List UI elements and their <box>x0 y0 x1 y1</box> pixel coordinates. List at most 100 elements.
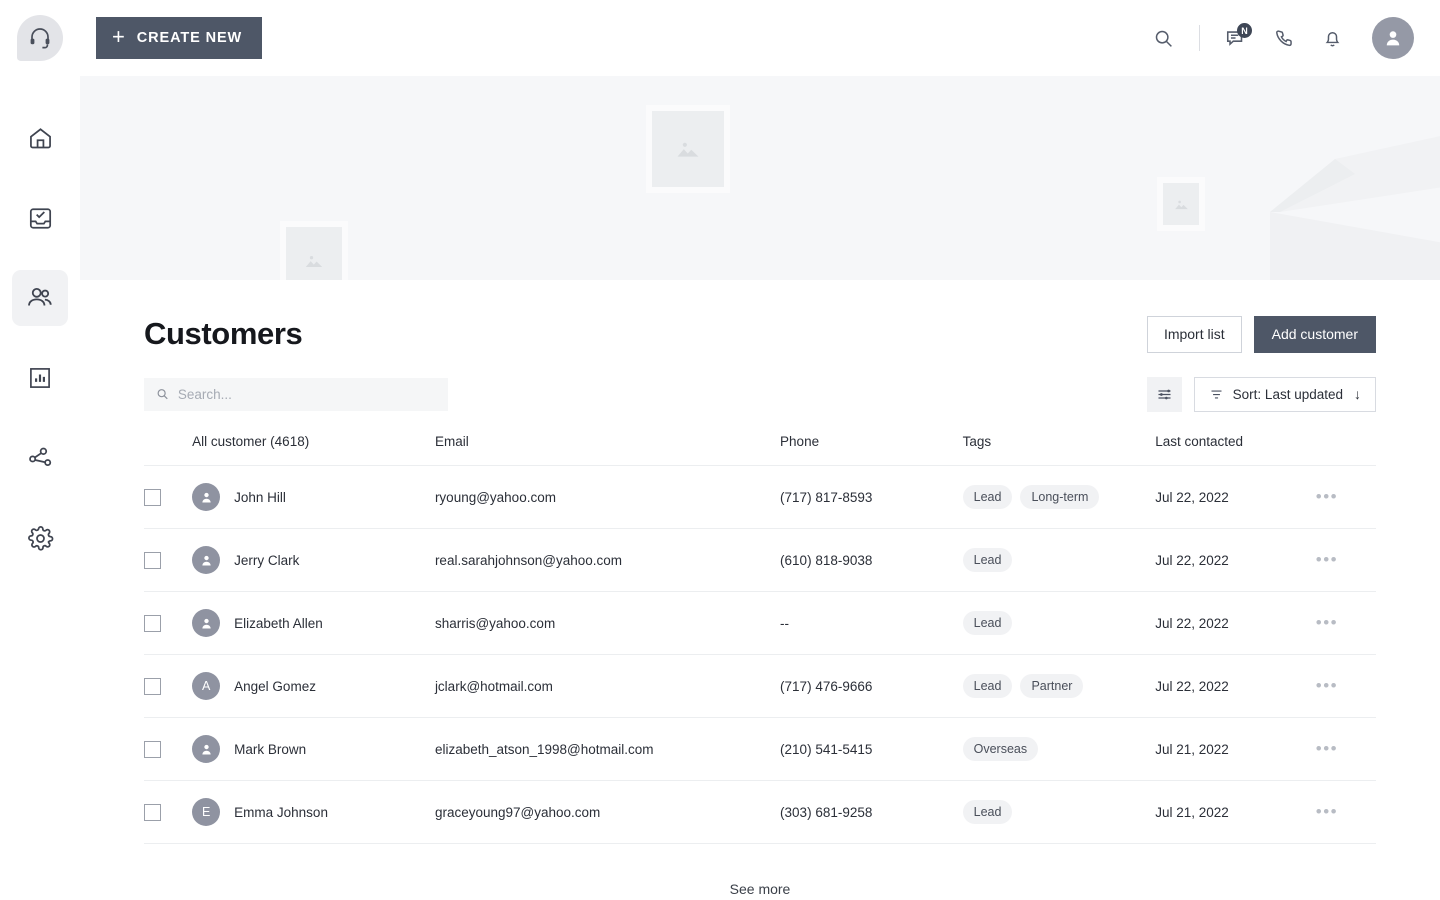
row-checkbox[interactable] <box>144 803 161 821</box>
tag-badge[interactable]: Lead <box>962 548 1013 572</box>
row-checkbox[interactable] <box>144 551 161 569</box>
table-row[interactable]: E Emma Johnson graceyoung97@yahoo.com (3… <box>144 780 1376 844</box>
customer-name[interactable]: Mark Brown <box>234 742 306 757</box>
app-logo[interactable] <box>0 0 80 76</box>
customer-phone: (717) 817-8593 <box>780 465 963 529</box>
sidebar-item-analytics[interactable] <box>12 350 68 406</box>
sidebar-item-settings[interactable] <box>12 510 68 566</box>
sidebar-item-network[interactable] <box>12 430 68 486</box>
column-header-tags[interactable]: Tags <box>962 434 1156 466</box>
customer-name[interactable]: Jerry Clark <box>234 553 299 568</box>
customer-name[interactable]: Elizabeth Allen <box>234 616 323 631</box>
customer-name[interactable]: Emma Johnson <box>234 805 328 820</box>
tag-badge[interactable]: Lead <box>962 674 1013 698</box>
search-box[interactable] <box>144 377 448 411</box>
customer-email[interactable]: real.sarahjohnson@yahoo.com <box>434 528 781 592</box>
row-more-menu-button[interactable]: ••• <box>1316 550 1338 569</box>
see-more-link[interactable]: See more <box>144 881 1376 897</box>
tag-badge[interactable]: Overseas <box>962 737 1039 761</box>
customer-last-contacted: Jul 22, 2022 <box>1155 528 1316 592</box>
tag-badge[interactable]: Long-term <box>1020 485 1100 509</box>
row-actions-cell: ••• <box>1315 717 1376 781</box>
table-row[interactable]: A Angel Gomez jclark@hotmail.com (717) 4… <box>144 654 1376 718</box>
table-row[interactable]: Jerry Clark real.sarahjohnson@yahoo.com … <box>144 528 1376 592</box>
tag-badge[interactable]: Partner <box>1020 674 1084 698</box>
sort-label: Sort: Last updated <box>1232 386 1343 402</box>
customer-last-contacted: Jul 22, 2022 <box>1155 654 1316 718</box>
customer-last-contacted: Jul 22, 2022 <box>1155 465 1316 529</box>
customer-email[interactable]: jclark@hotmail.com <box>434 654 781 718</box>
tag-badge[interactable]: Lead <box>962 800 1013 824</box>
search-icon <box>157 389 168 400</box>
customer-last-contacted: Jul 22, 2022 <box>1155 591 1316 655</box>
phone-icon <box>1275 29 1292 46</box>
toolbar-right-controls: Sort: Last updated ↓ <box>1146 376 1376 412</box>
row-more-menu-button[interactable]: ••• <box>1316 676 1338 695</box>
messages-icon-button[interactable]: N <box>1216 18 1256 58</box>
notifications-icon-button[interactable] <box>1312 18 1352 58</box>
sidebar-item-tasks[interactable] <box>12 190 68 246</box>
row-checkbox[interactable] <box>144 488 161 506</box>
column-header-last-contacted[interactable]: Last contacted <box>1155 434 1316 466</box>
add-customer-button[interactable]: Add customer <box>1253 315 1376 353</box>
customer-phone: (210) 541-5415 <box>780 717 963 781</box>
customer-email[interactable]: ryoung@yahoo.com <box>434 465 781 529</box>
customer-email[interactable]: elizabeth_atson_1998@hotmail.com <box>434 717 781 781</box>
customer-phone: (303) 681-9258 <box>780 780 963 844</box>
row-actions-cell: ••• <box>1315 591 1376 655</box>
row-more-menu-button[interactable]: ••• <box>1316 739 1338 758</box>
tag-badge[interactable]: Lead <box>962 485 1013 509</box>
row-more-menu-button[interactable]: ••• <box>1316 487 1338 506</box>
headset-support-icon <box>30 28 50 49</box>
row-actions-cell: ••• <box>1315 528 1376 592</box>
search-icon-button[interactable] <box>1143 18 1183 58</box>
analytics-chart-icon <box>30 368 50 388</box>
column-header-email[interactable]: Email <box>434 434 781 466</box>
import-list-button[interactable]: Import list <box>1146 315 1242 353</box>
notifications-bell-icon <box>1325 31 1339 47</box>
customer-tags-cell: Lead Long-term <box>962 465 1156 529</box>
column-header-phone[interactable]: Phone <box>780 434 963 466</box>
customer-tags-cell: Lead <box>962 528 1156 592</box>
customer-avatar <box>192 546 221 574</box>
customer-avatar: A <box>192 672 221 700</box>
table-row[interactable]: Elizabeth Allen sharris@yahoo.com -- Lea… <box>144 591 1376 655</box>
customer-name[interactable]: Angel Gomez <box>234 679 316 694</box>
filter-button[interactable] <box>1146 376 1182 412</box>
customer-email[interactable]: graceyoung97@yahoo.com <box>434 780 781 844</box>
sort-lines-icon <box>1211 390 1222 398</box>
table-row[interactable]: Mark Brown elizabeth_atson_1998@hotmail.… <box>144 717 1376 781</box>
customer-phone: -- <box>780 591 963 655</box>
sort-button[interactable]: Sort: Last updated ↓ <box>1193 376 1376 412</box>
row-select-cell <box>144 465 193 529</box>
user-avatar-icon <box>202 618 211 628</box>
page-title: Customers <box>144 316 303 351</box>
column-header-name[interactable]: All customer (4618) <box>192 434 435 466</box>
customer-last-contacted: Jul 21, 2022 <box>1155 780 1316 844</box>
row-actions-cell: ••• <box>1315 654 1376 718</box>
row-select-cell <box>144 780 193 844</box>
sidebar-item-customers[interactable] <box>12 270 68 326</box>
tag-badge[interactable]: Lead <box>962 611 1013 635</box>
row-checkbox[interactable] <box>144 740 161 758</box>
customer-email[interactable]: sharris@yahoo.com <box>434 591 781 655</box>
row-more-menu-button[interactable]: ••• <box>1316 802 1338 821</box>
table-row[interactable]: John Hill ryoung@yahoo.com (717) 817-859… <box>144 465 1376 529</box>
search-input[interactable] <box>177 386 436 402</box>
create-new-button[interactable]: + CREATE NEW <box>96 17 263 59</box>
user-avatar-button[interactable] <box>1372 17 1414 59</box>
customer-last-contacted: Jul 21, 2022 <box>1155 717 1316 781</box>
customer-phone: (717) 476-9666 <box>780 654 963 718</box>
customer-name[interactable]: John Hill <box>234 490 286 505</box>
toolbar-divider <box>1199 25 1200 51</box>
banner-image-placeholder <box>1157 177 1205 231</box>
user-avatar-icon <box>1386 31 1400 46</box>
customer-name-cell: A Angel Gomez <box>192 654 435 718</box>
sidebar-item-home[interactable] <box>12 110 68 166</box>
phone-icon-button[interactable] <box>1264 18 1304 58</box>
row-checkbox[interactable] <box>144 677 161 695</box>
row-select-cell <box>144 717 193 781</box>
row-more-menu-button[interactable]: ••• <box>1316 613 1338 632</box>
row-actions-cell: ••• <box>1315 465 1376 529</box>
row-checkbox[interactable] <box>144 614 161 632</box>
